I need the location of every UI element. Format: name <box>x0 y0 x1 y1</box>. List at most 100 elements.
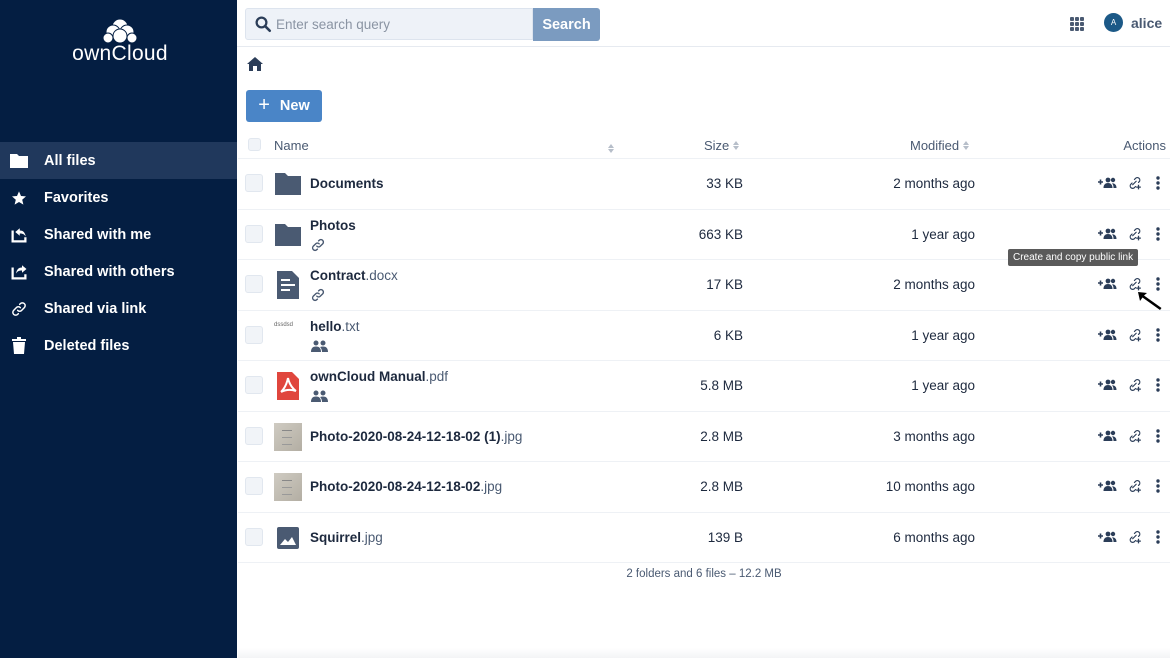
app-switcher-icon[interactable] <box>1070 17 1084 31</box>
file-extension: .jpg <box>500 428 523 444</box>
row-checkbox[interactable] <box>245 325 263 344</box>
file-name-link[interactable]: Documents <box>310 176 384 191</box>
file-extension: .docx <box>365 268 398 283</box>
add-people-icon[interactable] <box>1098 177 1118 189</box>
new-button-label: New <box>279 98 310 114</box>
sidebar-item-all-files[interactable]: All files <box>0 142 237 179</box>
file-type-icon <box>274 524 302 552</box>
add-people-icon[interactable] <box>1098 531 1118 543</box>
add-people-icon[interactable] <box>1098 228 1118 240</box>
sidebar-item-shared-with-others[interactable]: Shared with others <box>0 253 237 290</box>
more-actions-icon[interactable] <box>1156 378 1160 392</box>
folder-icon <box>275 223 301 246</box>
more-actions-icon[interactable] <box>1156 428 1160 443</box>
more-actions-icon[interactable] <box>1156 277 1160 291</box>
sidebar-item-deleted-files[interactable]: Deleted files <box>0 327 237 364</box>
table-row[interactable]: Contract.docx 17 KB 2 months ago <box>238 260 1170 311</box>
shared-link-indicator-icon[interactable] <box>311 238 325 257</box>
more-actions-icon[interactable] <box>1156 176 1160 190</box>
file-name-link[interactable]: hello.txt <box>310 319 360 334</box>
plus-icon: + <box>258 94 270 116</box>
row-checkbox[interactable] <box>245 275 263 293</box>
sidebar-item-shared-with-me[interactable]: Shared with me <box>0 216 237 253</box>
sidebar-item-favorites[interactable]: Favorites <box>0 179 237 216</box>
column-header-size[interactable]: Size <box>704 138 740 153</box>
link-icon <box>10 300 28 318</box>
add-people-icon[interactable] <box>1098 329 1118 341</box>
photo-thumbnail <box>274 473 302 501</box>
new-button[interactable]: + New <box>246 90 322 122</box>
file-name-link[interactable]: Photos <box>310 218 356 233</box>
bottom-shadow <box>238 648 1170 658</box>
file-name-link[interactable]: Photo-2020-08-24-12-18-02.jpg <box>310 479 502 494</box>
column-header-modified[interactable]: Modified <box>910 138 970 153</box>
file-name-link[interactable]: Photo-2020-08-24-12-18-02 (1).jpg <box>310 429 522 444</box>
photo-thumbnail <box>274 422 302 451</box>
shared-link-indicator-icon[interactable] <box>311 288 325 307</box>
table-header: Name Size Modified Actions <box>238 130 1170 159</box>
shared-users-indicator-icon[interactable] <box>311 389 328 407</box>
file-name-link[interactable]: ownCloud Manual.pdf <box>310 369 448 384</box>
more-actions-icon[interactable] <box>1156 529 1160 544</box>
user-menu[interactable]: A alice <box>1104 13 1162 32</box>
file-type-icon <box>274 271 302 299</box>
row-checkbox[interactable] <box>245 376 263 394</box>
search-button[interactable]: Search <box>533 8 600 41</box>
file-modified: 1 year ago <box>911 378 975 393</box>
file-modified: 3 months ago <box>893 428 975 444</box>
text-file-thumbnail: dssdsd <box>274 321 294 328</box>
create-public-link-icon[interactable] <box>1128 378 1142 392</box>
more-actions-icon[interactable] <box>1156 327 1160 342</box>
create-public-link-icon[interactable] <box>1128 429 1142 443</box>
create-public-link-icon[interactable] <box>1128 530 1142 544</box>
home-icon[interactable] <box>247 57 263 76</box>
column-header-actions: Actions <box>1123 138 1166 153</box>
add-people-icon[interactable] <box>1098 278 1118 290</box>
file-type-icon <box>274 170 302 198</box>
table-row[interactable]: Photo-2020-08-24-12-18-02 (1).jpg 2.8 MB… <box>238 412 1170 462</box>
owncloud-logo[interactable]: ownCloud <box>60 18 180 68</box>
file-extension: .pdf <box>425 369 449 384</box>
create-public-link-icon[interactable] <box>1128 277 1142 291</box>
more-actions-icon[interactable] <box>1156 479 1160 493</box>
add-people-icon[interactable] <box>1098 480 1118 492</box>
shared-users-indicator-icon[interactable] <box>311 339 328 357</box>
file-size: 5.8 MB <box>700 378 743 393</box>
column-name-label: Name <box>274 138 309 153</box>
sort-name-icon[interactable] <box>608 144 615 153</box>
column-header-name[interactable]: Name <box>274 138 309 153</box>
more-actions-icon[interactable] <box>1156 226 1160 241</box>
add-people-icon[interactable] <box>1098 430 1118 442</box>
add-people-icon[interactable] <box>1098 379 1118 391</box>
create-public-link-icon[interactable] <box>1128 176 1142 190</box>
tooltip: Create and copy public link <box>1008 249 1139 266</box>
table-row[interactable]: ownCloud Manual.pdf 5.8 MB 1 year ago <box>238 361 1170 412</box>
shared-with-me-icon <box>10 226 28 244</box>
create-public-link-icon[interactable] <box>1128 227 1142 241</box>
table-row[interactable]: Photo-2020-08-24-12-18-02.jpg 2.8 MB 10 … <box>238 462 1170 513</box>
create-public-link-icon[interactable] <box>1128 479 1142 493</box>
row-checkbox[interactable] <box>245 174 263 192</box>
file-extension: .txt <box>341 318 360 334</box>
sidebar-item-shared-via-link[interactable]: Shared via link <box>0 290 237 327</box>
file-table: Name Size Modified Actions Documents 33 … <box>238 130 1170 563</box>
search-input[interactable] <box>276 9 526 39</box>
shared-with-others-icon <box>10 263 28 281</box>
table-row[interactable]: Squirrel.jpg 139 B 6 months ago <box>238 513 1170 563</box>
file-type-icon <box>274 221 302 249</box>
row-checkbox[interactable] <box>245 477 263 495</box>
file-name-link[interactable]: Contract.docx <box>310 268 398 283</box>
file-modified: 1 year ago <box>911 226 975 242</box>
select-all-checkbox[interactable] <box>248 138 261 151</box>
folder-icon <box>10 152 28 170</box>
row-checkbox[interactable] <box>245 426 263 445</box>
table-row[interactable]: dssdsd hello.txt 6 KB 1 year ago <box>238 311 1170 361</box>
search-box <box>245 8 533 40</box>
sidebar-item-label: Deleted files <box>44 337 130 354</box>
file-name-link[interactable]: Squirrel.jpg <box>310 530 383 545</box>
row-checkbox[interactable] <box>245 224 263 243</box>
create-public-link-icon[interactable] <box>1128 328 1142 342</box>
table-row[interactable]: Documents 33 KB 2 months ago <box>238 159 1170 210</box>
sidebar-item-label: Shared via link <box>44 300 147 317</box>
row-checkbox[interactable] <box>245 527 263 546</box>
